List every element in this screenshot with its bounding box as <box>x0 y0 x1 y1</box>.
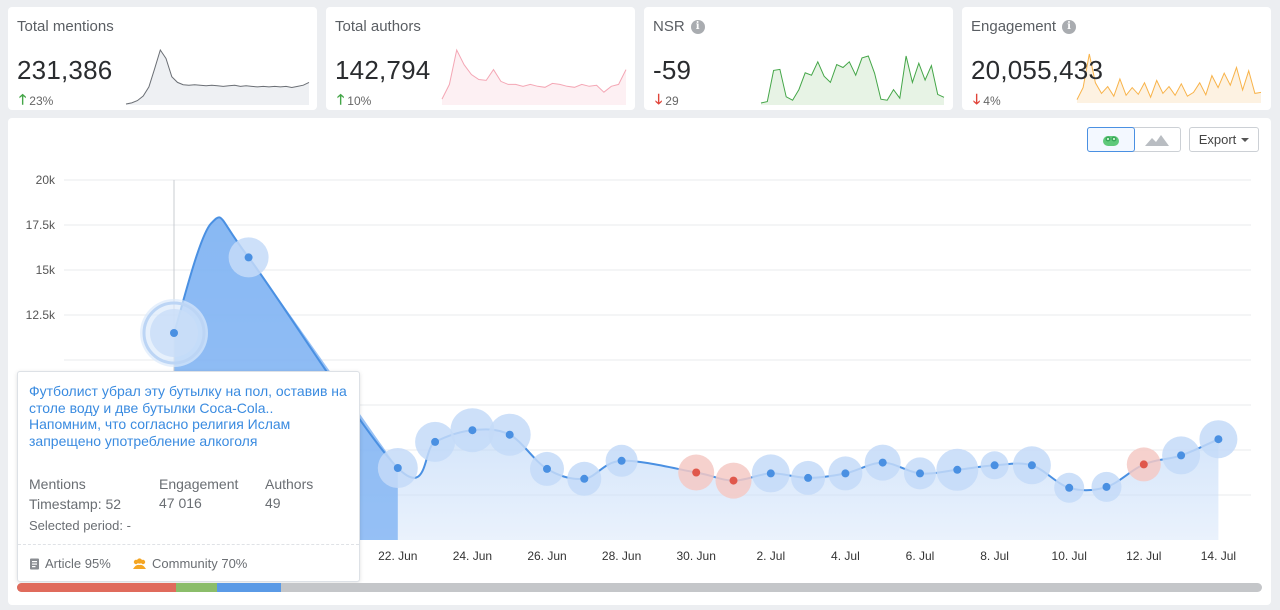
y-tick-label: 17.5k <box>26 218 56 232</box>
period-segment <box>176 583 218 592</box>
negative-data-point <box>1139 460 1148 469</box>
negative-data-point <box>692 468 701 477</box>
bubble-chart-icon <box>1103 135 1119 146</box>
data-point <box>170 329 178 337</box>
article-stat: Article 95% <box>29 556 111 571</box>
community-share: Community 70% <box>152 556 248 571</box>
data-point <box>1177 451 1186 460</box>
data-point <box>766 469 775 478</box>
data-point <box>1027 461 1036 470</box>
x-tick-label: 28. Jun <box>602 549 641 563</box>
data-point <box>580 474 589 483</box>
period-segment <box>17 583 177 592</box>
x-tick-label: 4. Jul <box>831 549 860 563</box>
area-chart-icon <box>1145 134 1169 146</box>
x-tick-label: 6. Jul <box>906 549 935 563</box>
data-point <box>1102 482 1111 491</box>
data-point <box>543 464 551 473</box>
data-point <box>617 456 626 465</box>
community-stat: Community 70% <box>132 556 247 571</box>
data-point <box>990 461 999 470</box>
article-share: Article 95% <box>45 556 111 571</box>
data-point <box>244 253 253 262</box>
data-point <box>393 464 402 472</box>
data-point <box>916 469 924 478</box>
x-tick-label: 14. Jul <box>1201 549 1236 563</box>
document-icon <box>30 558 39 569</box>
area-mode-button[interactable] <box>1134 128 1180 151</box>
mentions-label: Mentions <box>29 476 86 492</box>
selected-period: Selected period: - <box>29 518 131 533</box>
period-range-bar[interactable] <box>17 583 1262 592</box>
chart-mode-toggle[interactable] <box>1087 127 1181 152</box>
export-label: Export <box>1198 132 1237 147</box>
data-point <box>1214 435 1223 444</box>
y-tick-label: 20k <box>36 173 56 187</box>
mention-text-link[interactable]: Футболист убрал эту бутылку на пол, оста… <box>29 383 347 449</box>
authors-value: 49 <box>265 495 281 511</box>
engagement-label: Engagement <box>159 476 239 492</box>
mention-tooltip: Футболист убрал эту бутылку на пол, оста… <box>17 371 360 582</box>
data-point <box>431 437 440 446</box>
data-point <box>878 458 887 467</box>
authors-label: Authors <box>265 476 314 492</box>
bubble-mode-button[interactable] <box>1087 127 1135 152</box>
x-tick-label: 8. Jul <box>980 549 1009 563</box>
negative-data-point <box>729 476 738 485</box>
x-tick-label: 22. Jun <box>378 549 417 563</box>
y-tick-label: 15k <box>36 263 56 277</box>
export-button[interactable]: Export <box>1189 127 1259 152</box>
chevron-down-icon <box>1241 137 1250 142</box>
y-tick-label: 12.5k <box>26 308 56 322</box>
engagement-value: 47 016 <box>159 495 202 511</box>
x-tick-label: 12. Jul <box>1126 549 1161 563</box>
data-point <box>505 430 514 439</box>
x-tick-label: 2. Jul <box>756 549 785 563</box>
x-tick-label: 26. Jun <box>527 549 566 563</box>
data-point <box>804 473 813 482</box>
data-point <box>953 465 962 474</box>
data-point <box>841 469 850 478</box>
data-point <box>468 426 477 435</box>
tooltip-divider <box>18 544 359 545</box>
x-tick-label: 10. Jul <box>1052 549 1087 563</box>
x-tick-label: 24. Jun <box>453 549 492 563</box>
timestamp-value: Timestamp: 52 <box>29 496 122 512</box>
data-point <box>1065 483 1074 492</box>
period-segment <box>217 583 281 592</box>
community-icon <box>133 557 146 569</box>
x-tick-label: 30. Jun <box>677 549 716 563</box>
